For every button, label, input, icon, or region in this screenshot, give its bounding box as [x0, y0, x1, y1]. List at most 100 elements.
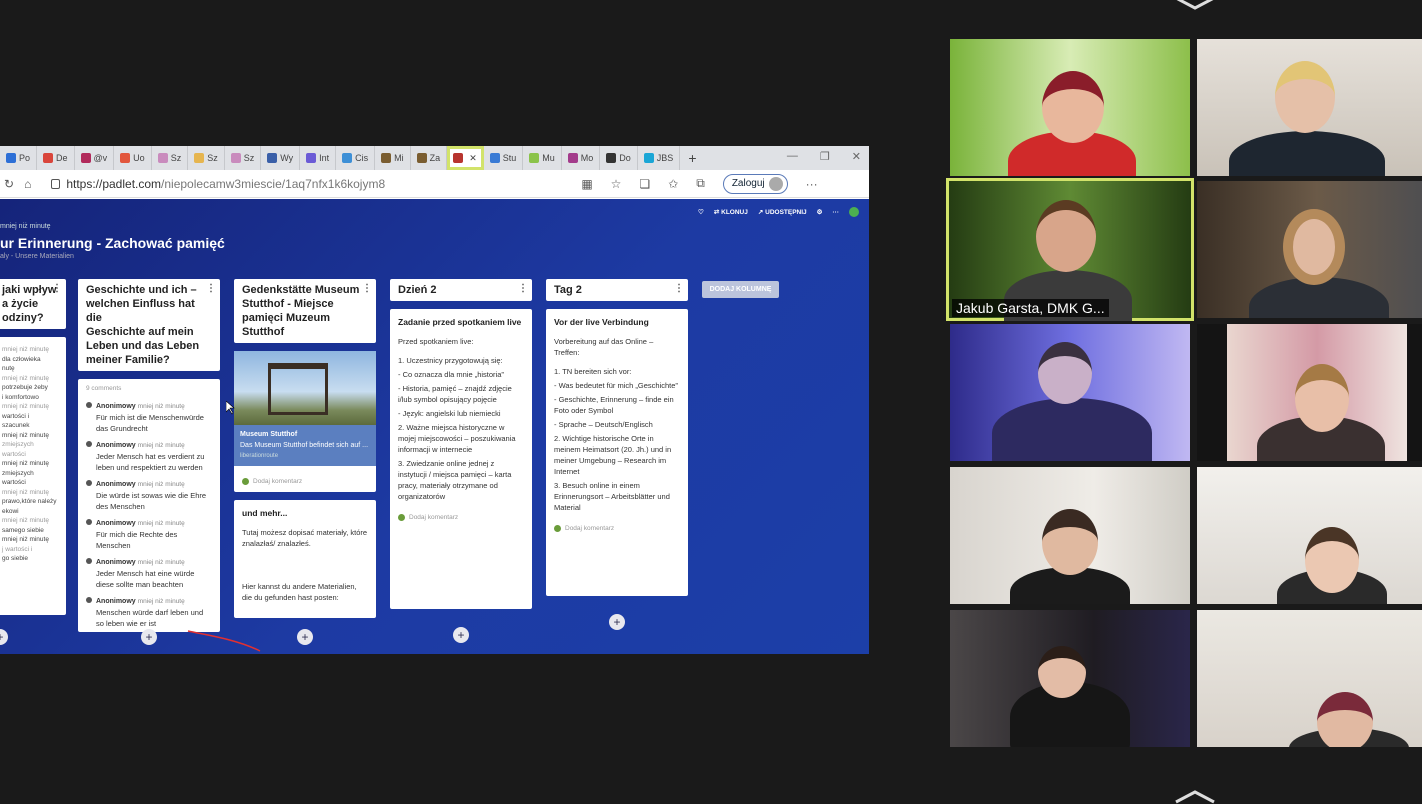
clone-button[interactable]: ⇄ KLONUJ — [714, 208, 748, 216]
column-0-header[interactable]: jaki wpływ a życie odziny? ⋮ — [0, 279, 66, 329]
task-card-de[interactable]: Vor der live Verbindung Vorbereitung auf… — [546, 309, 688, 596]
browser-tab[interactable]: Mi — [375, 146, 411, 170]
task-line: - Was bedeutet für mich „Geschichte” — [554, 381, 678, 390]
browser-tab[interactable]: ✕ — [447, 146, 484, 170]
comment-item[interactable]: Anonimowy mniej niż minutę Für mich ist d… — [86, 400, 212, 434]
column-0-card[interactable]: mniej niż minutę dla człowieka nutę mniej n… — [0, 337, 66, 615]
comment-time: mniej niż minutę — [137, 442, 185, 449]
comment-author: Anonimowy — [96, 598, 136, 605]
browser-tab[interactable]: Mo — [562, 146, 601, 170]
comment-item[interactable]: Anonimowy mniej niż minutę Jeder Mensch h… — [86, 439, 212, 473]
browser-tab[interactable]: Mu — [523, 146, 562, 170]
browser-tab[interactable]: De — [37, 146, 75, 170]
more-icon[interactable]: ··· — [833, 209, 840, 216]
browser-tab[interactable]: Do — [600, 146, 638, 170]
task-card[interactable]: Zadanie przed spotkaniem live Przed spot… — [390, 309, 532, 609]
column-menu-icon[interactable]: ⋮ — [206, 282, 216, 296]
participant-tile[interactable] — [1197, 610, 1422, 747]
heart-icon[interactable]: ♡ — [698, 208, 704, 216]
participant-tile[interactable] — [950, 467, 1190, 604]
column-4-header[interactable]: Tag 2 ⋮ — [546, 279, 688, 301]
participant-tile[interactable] — [1197, 39, 1422, 176]
collapse-chevron-icon[interactable] — [1174, 0, 1216, 10]
share-button[interactable]: ↗ UDOSTĘPNIJ — [758, 208, 807, 216]
stutthof-card[interactable]: Museum Stutthof Das Museum Stutthof befi… — [234, 351, 376, 492]
tab-label: JBS — [656, 153, 674, 163]
column-2-title: Gedenkstätte Museum Stutthof - Miejsce p… — [242, 284, 360, 338]
browser-tab[interactable]: @v — [75, 146, 115, 170]
browser-tab[interactable]: Uo — [114, 146, 152, 170]
participant-tile[interactable] — [1197, 181, 1422, 318]
user-avatar-icon[interactable] — [849, 207, 859, 217]
close-icon[interactable]: ✕ — [852, 150, 861, 163]
browser-tab[interactable]: Sz — [152, 146, 189, 170]
tab-favicon-icon — [643, 153, 654, 163]
browser-tab[interactable]: Cis — [336, 146, 376, 170]
minimize-icon[interactable]: — — [787, 150, 798, 163]
url-field[interactable]: https://padlet.com/niepolecamw3miescie/1… — [41, 174, 561, 194]
add-comment-link[interactable]: Dodaj komentarz — [242, 476, 368, 487]
home-icon[interactable]: ⌂ — [24, 177, 31, 191]
comment-author: Anonimowy — [96, 520, 136, 527]
add-comment-link[interactable]: Dodaj komentarz — [398, 512, 524, 523]
add-comment-link[interactable]: Dodaj komentarz — [554, 523, 680, 534]
participant-tile[interactable] — [1197, 324, 1422, 461]
settings-gear-icon[interactable]: ⚙ — [817, 208, 823, 216]
new-tab-button[interactable]: + — [680, 150, 704, 166]
comment-item[interactable]: Anonimowy mniej niż minutę Menschen würde… — [86, 595, 212, 629]
column-menu-icon[interactable]: ⋮ — [362, 282, 372, 296]
comment-line: ekowi — [2, 507, 19, 515]
browser-tab[interactable]: Int — [300, 146, 337, 170]
add-post-button[interactable]: + — [609, 614, 625, 630]
add-post-button[interactable]: + — [453, 627, 469, 643]
participant-tile[interactable] — [950, 324, 1190, 461]
task-line: - Język: angielski lub niemiecki — [398, 409, 501, 418]
expand-chevron-icon[interactable] — [1174, 790, 1216, 804]
browser-tab[interactable]: Za — [411, 146, 448, 170]
column-2-header[interactable]: Gedenkstätte Museum Stutthof - Miejsce p… — [234, 279, 376, 343]
login-button[interactable]: Zaloguj — [722, 173, 788, 194]
add-post-button[interactable]: + — [297, 629, 313, 645]
browser-tab[interactable]: Po — [0, 146, 38, 170]
comment-line: mniej niż minutę — [2, 346, 49, 353]
comment-item[interactable]: Anonimowy mniej niż minutę Für mich die R… — [86, 517, 212, 551]
participant-tile[interactable] — [1197, 467, 1422, 604]
restore-icon[interactable]: ❐ — [820, 150, 830, 163]
tab-favicon-icon — [529, 153, 540, 163]
tab-close-icon[interactable]: ✕ — [469, 153, 477, 164]
participant-tile[interactable] — [950, 610, 1190, 747]
comment-item[interactable]: Anonimowy mniej niż minutę Jeder Mensch h… — [86, 556, 212, 590]
tab-favicon-icon — [453, 153, 464, 163]
participant-tile[interactable] — [950, 39, 1190, 176]
comment-line: zmiejszych wartości — [2, 469, 34, 487]
column-1-header[interactable]: Geschichte und ich – welchen Einfluss ha… — [78, 279, 220, 371]
column-menu-icon[interactable]: ⋮ — [674, 282, 684, 296]
app-grid-icon[interactable]: ▦ — [581, 177, 592, 191]
tab-actions-icon[interactable]: ⧉ — [696, 176, 705, 191]
comment-text: Die würde ist sowas wie die Ehre des Men… — [96, 491, 207, 511]
comment-item[interactable]: Anonimowy mniej niż minutę Die würde ist … — [86, 478, 212, 512]
add-column-button[interactable]: DODAJ KOLUMNĘ — [702, 281, 779, 298]
more-materials-card[interactable]: und mehr... Tutaj możesz dopisać materia… — [234, 500, 376, 618]
comments-card[interactable]: 9 comments Anonimowy mniej niż minutę Für… — [78, 379, 220, 632]
user-dot-icon — [554, 525, 561, 532]
favorite-star-icon[interactable]: ☆ — [611, 177, 622, 191]
browser-tab[interactable]: Wy — [261, 146, 301, 170]
browser-tab[interactable]: JBS — [638, 146, 681, 170]
more-menu-icon[interactable]: ··· — [806, 177, 818, 191]
favorites-list-icon[interactable]: ✩ — [668, 177, 678, 191]
add-post-button[interactable]: + — [141, 629, 157, 645]
browser-tab[interactable]: Sz — [225, 146, 262, 170]
comment-line: nutę — [2, 365, 15, 372]
browser-tab[interactable]: Stu — [484, 146, 524, 170]
add-post-button[interactable]: + — [0, 629, 8, 645]
column-menu-icon[interactable]: ⋮ — [518, 282, 528, 296]
column-menu-icon[interactable]: ⋮ — [52, 282, 62, 296]
participant-tile-active[interactable]: Jakub Garsta, DMK G... — [946, 178, 1194, 321]
column-3-header[interactable]: Dzień 2 ⋮ — [390, 279, 532, 301]
refresh-icon[interactable]: ↻ — [4, 177, 14, 191]
collections-icon[interactable]: ❏ — [639, 177, 650, 191]
browser-tab[interactable]: Sz — [188, 146, 225, 170]
stutthof-photo[interactable] — [234, 351, 376, 425]
column-2: Gedenkstätte Museum Stutthof - Miejsce p… — [234, 279, 376, 618]
